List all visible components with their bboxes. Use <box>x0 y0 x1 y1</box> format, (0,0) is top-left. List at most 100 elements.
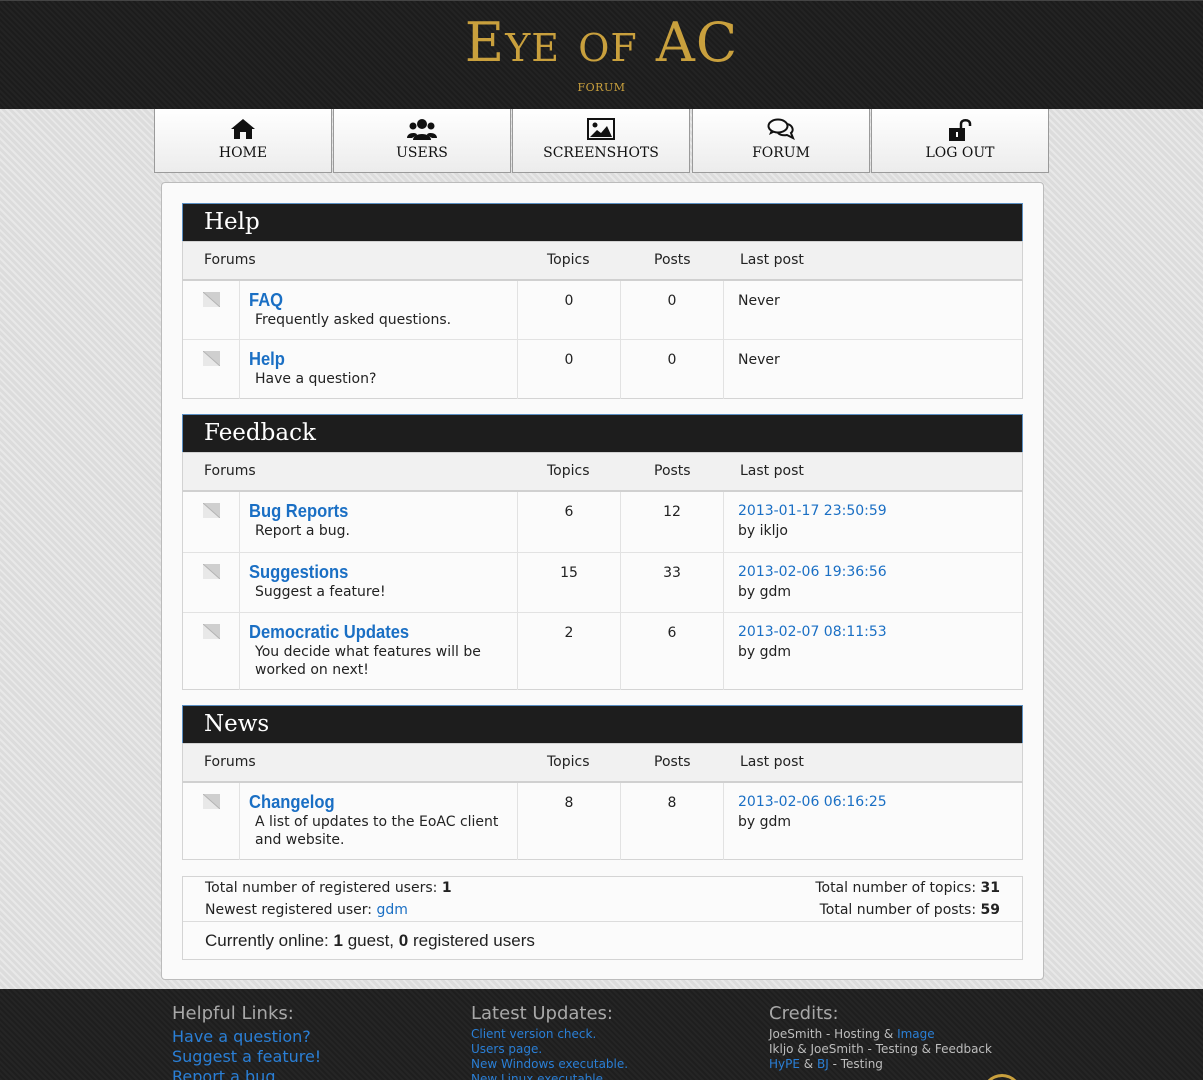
footer-link[interactable]: Client version check. <box>471 1027 628 1042</box>
section-title: News <box>182 705 1023 744</box>
footer-link[interactable]: New Windows executable. <box>471 1057 628 1072</box>
site-header: Eye of AC FORUM <box>0 0 1203 109</box>
section-column-header: Forums Topics Posts Last post <box>182 452 1023 492</box>
col-forums: Forums <box>204 754 256 770</box>
section-title: Help <box>182 203 1023 242</box>
credit-link[interactable]: Image <box>897 1027 935 1041</box>
forum-title-link[interactable]: Changelog <box>249 792 335 813</box>
section-rows: Bug Reports Report a bug. 6 12 2013-01-1… <box>182 492 1023 690</box>
footer-link[interactable]: Suggest a feature! <box>172 1047 321 1067</box>
footer-credits: Credits: JoeSmith - Hosting & Image Iklj… <box>769 1003 992 1072</box>
last-post-author: by ikljo <box>738 523 788 539</box>
forum-topics-count: 15 <box>560 565 578 581</box>
total-topics-stat: Total number of topics: 31 <box>815 880 1000 896</box>
stat-label: Total number of topics: <box>815 880 977 896</box>
stat-value: 31 <box>980 880 1000 896</box>
last-post-date-link[interactable]: 2013-02-07 08:11:53 <box>738 624 887 640</box>
stat-value: 1 <box>441 880 452 896</box>
credit-link[interactable]: HyPE <box>769 1057 800 1071</box>
forum-posts-count: 0 <box>667 352 677 368</box>
col-posts: Posts <box>654 252 691 268</box>
footer-link[interactable]: Have a question? <box>172 1027 321 1047</box>
col-posts: Posts <box>654 754 691 770</box>
nav-forum[interactable]: FORUM <box>692 109 870 173</box>
image-icon <box>513 118 689 144</box>
stat-label: Total number of posts: <box>819 902 977 918</box>
nav-home[interactable]: HOME <box>154 109 332 173</box>
footer-link[interactable]: Users page. <box>471 1042 628 1057</box>
footer-link[interactable]: New Linux executable. <box>471 1072 628 1080</box>
forum-title-link[interactable]: Bug Reports <box>249 501 348 522</box>
unlock-icon <box>872 118 1048 144</box>
forum-posts-count: 8 <box>667 795 677 811</box>
newest-user-link[interactable]: gdm <box>376 902 407 918</box>
col-last-post: Last post <box>740 252 804 268</box>
users-icon <box>334 118 510 144</box>
site-subtitle: FORUM <box>577 81 626 94</box>
section-column-header: Forums Topics Posts Last post <box>182 743 1023 783</box>
forum-title-link[interactable]: Suggestions <box>249 562 348 583</box>
section-rows: FAQ Frequently asked questions. 0 0 Neve… <box>182 281 1023 399</box>
site-logo[interactable]: Eye of AC <box>0 13 1203 73</box>
section-title: Feedback <box>182 414 1023 453</box>
section-help: Help Forums Topics Posts Last post FAQ F… <box>182 203 1023 399</box>
last-post-date-link[interactable]: 2013-02-06 06:16:25 <box>738 794 887 810</box>
forum-posts-count: 12 <box>663 504 681 520</box>
forum-topics-count: 0 <box>564 293 574 309</box>
forum-read-icon <box>202 563 221 583</box>
last-post-date-link[interactable]: 2013-02-06 19:36:56 <box>738 564 887 580</box>
forum-last-post: Never <box>738 293 780 309</box>
home-icon <box>155 118 331 144</box>
forum-panel: Help Forums Topics Posts Last post FAQ F… <box>161 182 1044 980</box>
col-forums: Forums <box>204 252 256 268</box>
footer-heading: Latest Updates: <box>471 1003 613 1024</box>
nav-users[interactable]: USERS <box>333 109 511 173</box>
forum-row: FAQ Frequently asked questions. 0 0 Neve… <box>183 281 1022 340</box>
forum-posts-count: 6 <box>667 625 677 641</box>
stats-divider <box>183 921 1022 922</box>
forum-description: Report a bug. <box>255 523 350 539</box>
decorative-emblem-icon <box>982 1074 1022 1080</box>
forum-row: Suggestions Suggest a feature! 15 33 201… <box>183 553 1022 613</box>
footer-helpful-links: Helpful Links: Have a question? Suggest … <box>172 1003 321 1080</box>
forum-title-link[interactable]: Help <box>249 349 285 370</box>
forum-title-link[interactable]: FAQ <box>249 290 283 311</box>
col-last-post: Last post <box>740 463 804 479</box>
newest-user-stat: Newest registered user: gdm <box>205 902 408 918</box>
forum-read-icon <box>202 502 221 522</box>
forum-description: Have a question? <box>255 371 377 387</box>
forum-read-icon <box>202 350 221 370</box>
forum-stats: Total number of registered users: 1 Newe… <box>182 876 1023 960</box>
comments-icon <box>693 118 869 144</box>
section-column-header: Forums Topics Posts Last post <box>182 241 1023 281</box>
col-topics: Topics <box>547 754 590 770</box>
main-nav: HOME USERS SCREENSHOTS FORUM LOG OUT <box>154 109 1049 173</box>
forum-posts-count: 0 <box>667 293 677 309</box>
col-topics: Topics <box>547 252 590 268</box>
footer-heading: Credits: <box>769 1003 839 1024</box>
forum-read-icon <box>202 623 221 643</box>
nav-logout-label: LOG OUT <box>925 145 995 161</box>
forum-title-link[interactable]: Democratic Updates <box>249 622 409 643</box>
site-footer: Helpful Links: Have a question? Suggest … <box>0 989 1203 1080</box>
nav-logout[interactable]: LOG OUT <box>871 109 1049 173</box>
forum-last-post: Never <box>738 352 780 368</box>
forum-row: Changelog A list of updates to the EoAC … <box>183 783 1022 860</box>
nav-screenshots-label: SCREENSHOTS <box>543 145 659 161</box>
last-post-author: by gdm <box>738 644 792 660</box>
stat-label: Total number of registered users: <box>205 880 438 896</box>
credit-link[interactable]: BJ <box>817 1057 829 1071</box>
registered-users-stat: Total number of registered users: 1 <box>205 880 452 896</box>
total-posts-stat: Total number of posts: 59 <box>820 902 1000 918</box>
section-feedback: Feedback Forums Topics Posts Last post B… <box>182 414 1023 690</box>
forum-description: Frequently asked questions. <box>255 312 452 328</box>
credit-line: JoeSmith - Hosting & Image <box>769 1027 935 1041</box>
last-post-date-link[interactable]: 2013-01-17 23:50:59 <box>738 503 887 519</box>
stat-value: 59 <box>980 902 1000 918</box>
forum-description: Suggest a feature! <box>255 584 386 600</box>
forum-read-icon <box>202 793 221 813</box>
nav-users-label: USERS <box>396 145 448 161</box>
nav-screenshots[interactable]: SCREENSHOTS <box>512 109 690 173</box>
footer-link[interactable]: Report a bug. <box>172 1067 321 1080</box>
col-posts: Posts <box>654 463 691 479</box>
